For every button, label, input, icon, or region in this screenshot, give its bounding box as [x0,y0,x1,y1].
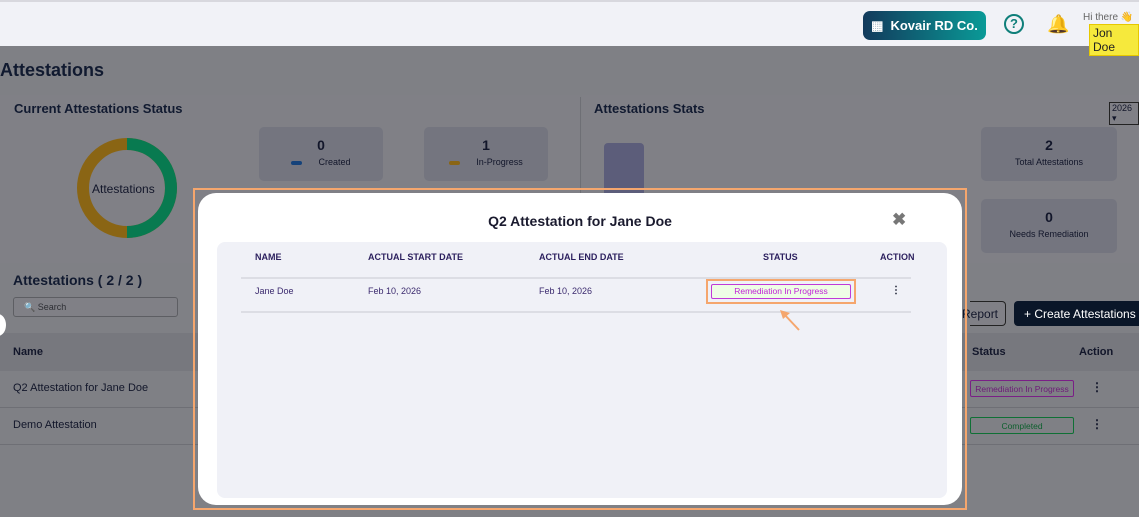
more-icon[interactable]: ⋮ [891,285,901,296]
col-start-date: ACTUAL START DATE [368,252,463,262]
in-progress-card: 1 In-Progress [424,127,548,181]
created-card: 0 Created [259,127,383,181]
total-count: 2 [1045,137,1053,153]
modal-title: Q2 Attestation for Jane Doe [488,213,672,229]
status-badge: Remediation In Progress [711,284,851,299]
list-title: Attestations ( 2 / 2 ) [13,272,143,288]
row-name[interactable]: Demo Attestation [13,419,97,431]
in-progress-label: In-Progress [476,157,523,167]
col-name: NAME [255,252,282,262]
status-badge: Completed [970,417,1074,434]
report-button[interactable]: Report [962,301,1006,326]
row-start-date: Feb 10, 2026 [368,286,422,296]
needs-card: 0 Needs Remediation [981,199,1117,253]
page-title: Attestations [0,60,105,80]
in-progress-legend-swatch [449,160,461,165]
user-name[interactable]: Jon Doe [1089,24,1139,56]
create-attestations-button[interactable]: + Create Attestations [1014,301,1139,326]
year-select[interactable]: 2026 ▾ [1109,102,1139,125]
needs-label: Needs Remediation [1009,229,1089,239]
col-status: STATUS [763,252,798,262]
donut-label: Attestations [92,182,155,196]
stats-title: Attestations Stats [594,101,705,116]
created-count: 0 [317,137,325,153]
row-name: Jane Doe [255,286,294,296]
greeting: Hi there 👋 [1083,12,1134,23]
bell-icon[interactable]: 🔔 [1047,14,1069,35]
total-label: Total Attestations [1014,157,1084,167]
needs-count: 0 [1045,209,1053,225]
row-divider [241,311,911,313]
col-name: Name [13,346,43,358]
created-label: Created [318,157,351,167]
status-title: Current Attestations Status [14,101,183,116]
more-icon[interactable]: ⋮ [1091,417,1103,431]
col-status: Status [972,346,1006,358]
more-icon[interactable]: ⋮ [1091,380,1103,394]
status-badge: Remediation In Progress [970,380,1074,397]
created-legend-swatch [291,160,303,165]
attestation-modal: Q2 Attestation for Jane Doe ✖ NAME ACTUA… [198,193,962,505]
row-name[interactable]: Q2 Attestation for Jane Doe [13,382,148,394]
col-action: Action [1079,346,1114,358]
status-highlight: Remediation In Progress [706,279,856,304]
in-progress-count: 1 [482,137,490,153]
search-placeholder: Search [37,302,67,312]
row-end-date: Feb 10, 2026 [539,286,593,296]
arrow-pointer-icon [780,310,800,331]
total-card: 2 Total Attestations [981,127,1117,181]
search-input[interactable]: 🔍 Search [13,297,178,317]
col-end-date: ACTUAL END DATE [539,252,624,262]
company-switcher-button[interactable]: ▦ Kovair RD Co. [863,11,986,40]
modal-highlight: Q2 Attestation for Jane Doe ✖ NAME ACTUA… [193,188,967,510]
col-action: ACTION [880,252,915,262]
building-icon: ▦ [871,17,884,33]
year-value: 2026 [1112,103,1133,113]
company-name: Kovair RD Co. [890,18,978,33]
top-bar: ▦ Kovair RD Co. ? 🔔 Hi there 👋 Jon Doe [0,0,1139,56]
search-icon: 🔍 [24,302,36,312]
help-icon[interactable]: ? [1004,14,1024,34]
modal-table: NAME ACTUAL START DATE ACTUAL END DATE S… [217,242,947,498]
close-icon[interactable]: ✖ [892,210,906,230]
